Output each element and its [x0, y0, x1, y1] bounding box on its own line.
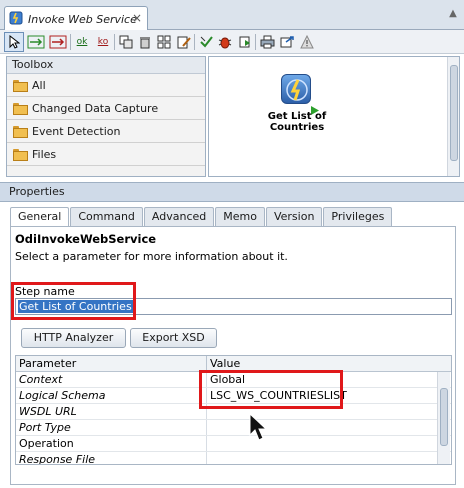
parameter-name: Context [16, 372, 207, 387]
warning-icon[interactable] [297, 32, 317, 52]
toolbar-separator [70, 34, 71, 50]
parameter-name: WSDL URL [16, 404, 207, 419]
folder-icon [13, 149, 28, 161]
object-type-title: OdiInvokeWebService [15, 232, 157, 246]
tab-privileges[interactable]: Privileges [323, 207, 393, 226]
scrollbar-thumb[interactable] [450, 65, 458, 161]
value-column-header[interactable]: Value [207, 356, 240, 371]
step-name-highlight-box [11, 282, 136, 320]
web-service-step-icon[interactable] [281, 74, 311, 104]
export-xsd-button[interactable]: Export XSD [130, 328, 217, 348]
grid-row-response-file[interactable]: Response File [16, 452, 451, 464]
parameter-value[interactable] [207, 436, 210, 451]
editor-tab-invoke-web-service[interactable]: Invoke Web Service × [4, 6, 148, 31]
tab-memo[interactable]: Memo [215, 207, 265, 226]
toolbar-separator [114, 34, 115, 50]
diagram-toolbar: ok ko [0, 30, 464, 54]
folder-icon [13, 103, 28, 115]
edit-icon[interactable] [174, 32, 194, 52]
editor-tab-title: Invoke Web Service [28, 12, 137, 26]
tab-command[interactable]: Command [70, 207, 143, 226]
grid-scrollbar[interactable] [437, 372, 450, 464]
toolbox-panel: Toolbox All Changed Data Capture Event D… [6, 56, 206, 177]
package-diagram-canvas[interactable] [208, 56, 460, 177]
folder-icon [13, 126, 28, 138]
parameter-value[interactable] [207, 452, 210, 464]
object-description: Select a parameter for more information … [15, 250, 288, 263]
toolbox-item-changed-data-capture[interactable]: Changed Data Capture [7, 97, 205, 120]
toolbox-item-all[interactable]: All [7, 74, 205, 97]
grid-row-operation[interactable]: Operation [16, 436, 451, 452]
delete-icon[interactable] [135, 32, 155, 52]
parameter-column-header[interactable]: Parameter [16, 356, 207, 371]
http-analyzer-button[interactable]: HTTP Analyzer [21, 328, 126, 348]
layout-icon[interactable] [154, 32, 174, 52]
toolbox-item-label: Changed Data Capture [32, 101, 159, 115]
tab-version[interactable]: Version [265, 207, 323, 226]
toolbox-item-files[interactable]: Files [7, 143, 205, 166]
toolbox-title: Toolbox [7, 57, 205, 74]
toolbar-separator [194, 34, 195, 50]
parameter-name: Response File [16, 452, 207, 464]
folder-icon [13, 80, 28, 92]
select-tool-icon[interactable] [4, 32, 24, 52]
properties-tabs: General Command Advanced Memo Version Pr… [10, 207, 393, 227]
print-icon[interactable] [257, 32, 277, 52]
tab-scroll-icon[interactable]: ▲ [446, 8, 460, 22]
mouse-cursor-icon [248, 412, 270, 446]
toolbox-item-label: All [32, 78, 46, 92]
step-node-label[interactable]: Get List of Countries [262, 111, 332, 133]
toolbox-item-label: Files [32, 147, 57, 161]
toolbox-item-label: Event Detection [32, 124, 121, 138]
parameter-name: Port Type [16, 420, 207, 435]
ko-link-icon[interactable] [48, 32, 68, 52]
toolbox-item-event-detection[interactable]: Event Detection [7, 120, 205, 143]
debug-bug-icon[interactable] [215, 32, 235, 52]
scrollbar-thumb[interactable] [440, 388, 448, 446]
ko-text-icon[interactable]: ko [93, 32, 113, 52]
close-tab-icon[interactable]: × [132, 11, 142, 25]
run-icon[interactable] [235, 32, 255, 52]
web-service-icon [9, 11, 23, 28]
ok-link-icon[interactable] [26, 32, 46, 52]
parameter-value[interactable] [207, 420, 210, 435]
properties-header: Properties [0, 182, 464, 202]
values-highlight-box [199, 370, 343, 409]
grid-row-port-type[interactable]: Port Type [16, 420, 451, 436]
ok-text-icon[interactable]: ok [72, 32, 92, 52]
tab-advanced[interactable]: Advanced [143, 207, 215, 226]
toolbar-separator [255, 34, 256, 50]
parameter-name: Operation [16, 436, 207, 451]
tab-general[interactable]: General [10, 207, 70, 227]
diagram-scrollbar[interactable] [447, 57, 459, 176]
export-icon[interactable] [277, 32, 297, 52]
parameter-name: Logical Schema [16, 388, 207, 403]
duplicate-icon[interactable] [116, 32, 136, 52]
validate-icon[interactable] [196, 32, 216, 52]
